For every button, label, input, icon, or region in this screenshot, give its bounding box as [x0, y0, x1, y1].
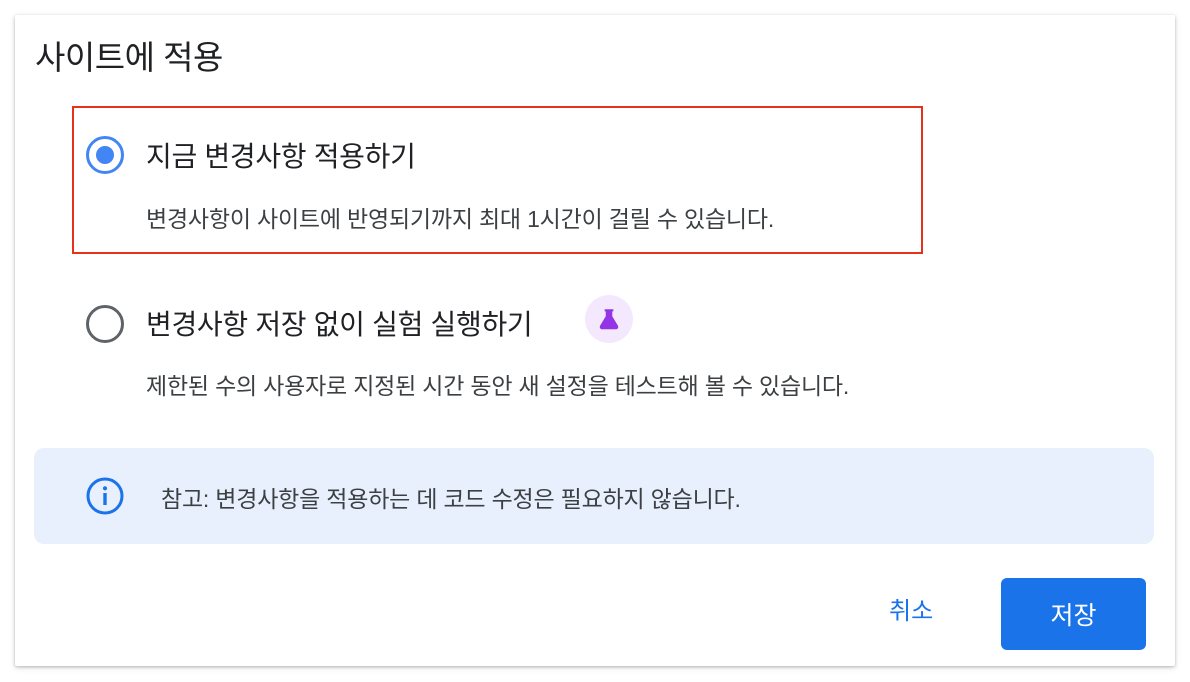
dialog-title: 사이트에 적용 — [35, 39, 223, 76]
info-note: 참고: 변경사항을 적용하는 데 코드 수정은 필요하지 않습니다. — [34, 448, 1154, 544]
run-experiment-description: 제한된 수의 사용자로 지정된 시간 동안 새 설정을 테스트해 볼 수 있습니… — [146, 373, 850, 399]
apply-now-radio[interactable] — [86, 136, 124, 174]
cancel-button[interactable]: 취소 — [875, 587, 947, 637]
save-button[interactable]: 저장 — [1001, 578, 1146, 650]
apply-to-site-dialog: 사이트에 적용 지금 변경사항 적용하기 변경사항이 사이트에 반영되기까지 최… — [15, 15, 1175, 666]
flask-icon — [599, 309, 619, 330]
apply-now-label[interactable]: 지금 변경사항 적용하기 — [146, 135, 416, 175]
run-experiment-label[interactable]: 변경사항 저장 없이 실험 실행하기 — [146, 303, 533, 343]
experiment-badge — [585, 295, 633, 343]
note-text: 참고: 변경사항을 적용하는 데 코드 수정은 필요하지 않습니다. — [161, 486, 741, 512]
apply-now-description: 변경사항이 사이트에 반영되기까지 최대 1시간이 걸릴 수 있습니다. — [146, 206, 775, 232]
run-experiment-radio[interactable] — [86, 305, 124, 343]
info-icon — [86, 477, 124, 515]
